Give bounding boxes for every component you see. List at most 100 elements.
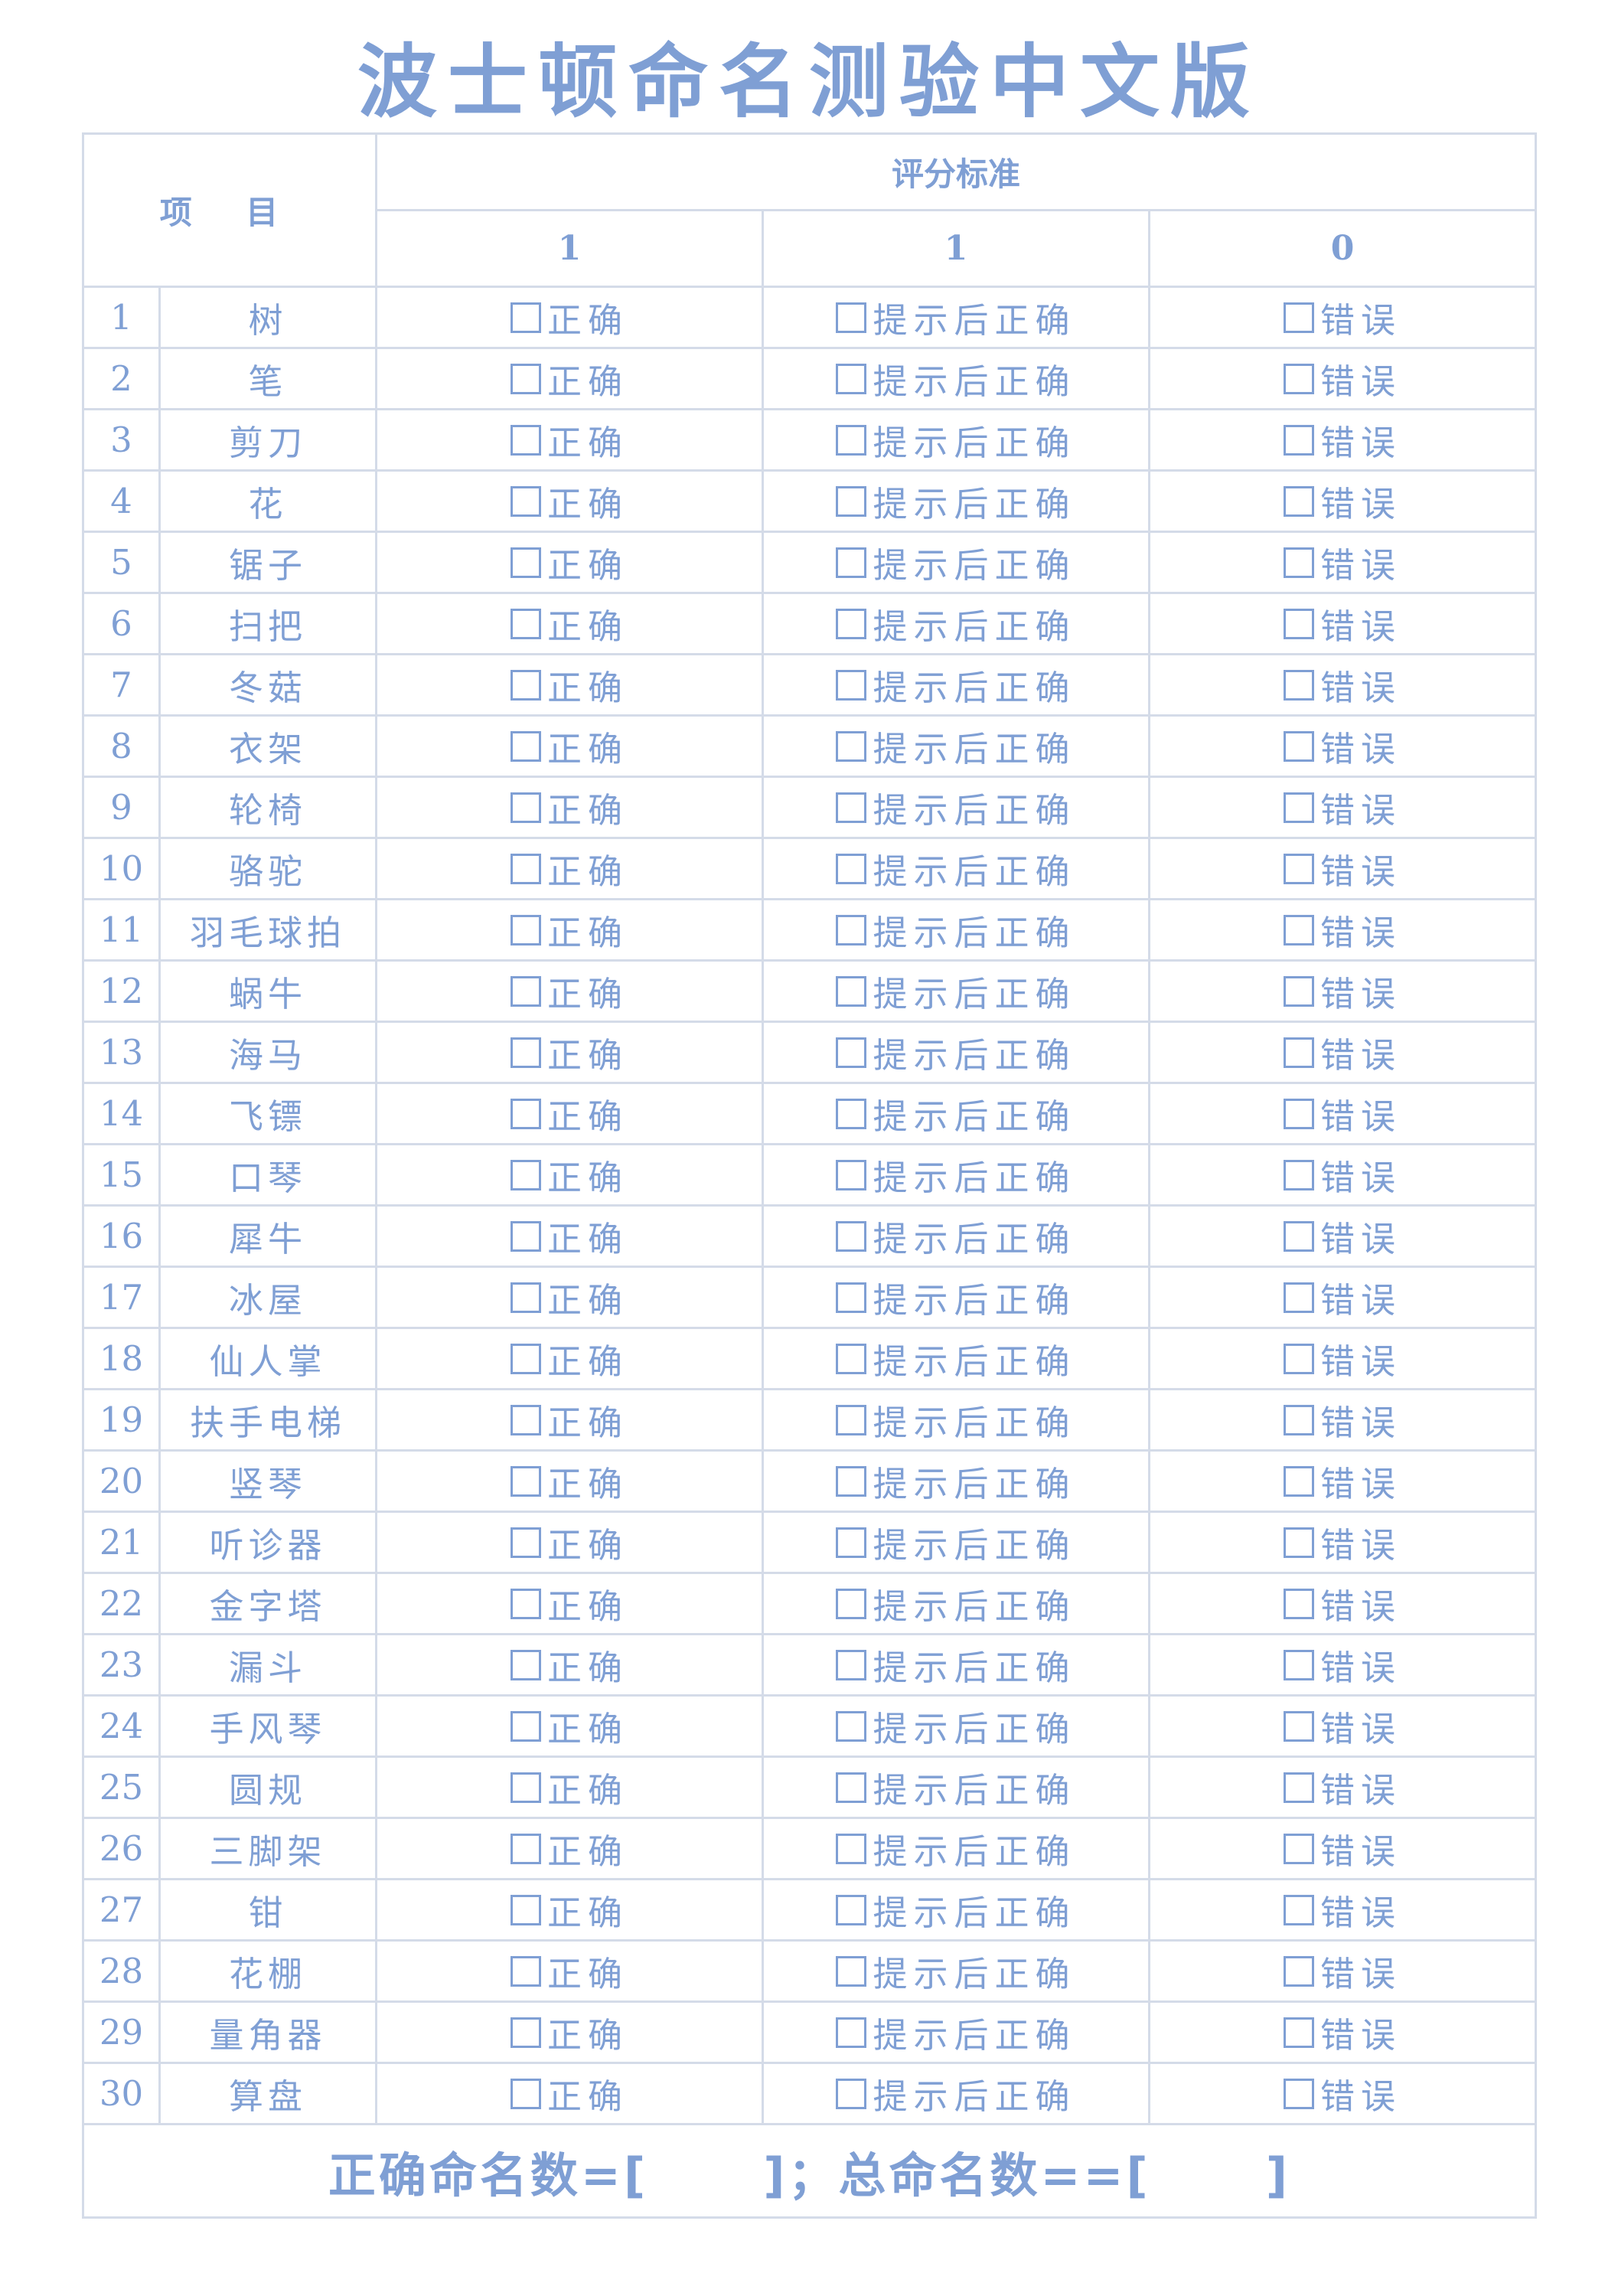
hint-correct-option[interactable]: 提示后正确 — [836, 966, 1075, 1016]
hint-correct-option[interactable]: 提示后正确 — [836, 599, 1075, 648]
correct-option[interactable]: 正确 — [510, 1885, 628, 1935]
wrong-option[interactable]: 错误 — [1284, 476, 1401, 526]
correct-option[interactable]: 正确 — [510, 905, 628, 955]
checkbox[interactable] — [510, 1772, 541, 1803]
checkbox[interactable] — [836, 1220, 867, 1252]
hint-correct-option[interactable]: 提示后正确 — [836, 476, 1075, 526]
checkbox[interactable] — [1284, 1649, 1314, 1680]
correct-option[interactable]: 正确 — [510, 354, 628, 403]
checkbox[interactable] — [836, 1343, 867, 1374]
checkbox[interactable] — [1284, 1465, 1314, 1497]
correct-option[interactable]: 正确 — [510, 292, 628, 342]
wrong-option[interactable]: 错误 — [1284, 2007, 1401, 2057]
checkbox[interactable] — [1284, 730, 1314, 762]
hint-correct-option[interactable]: 提示后正确 — [836, 1579, 1075, 1628]
checkbox[interactable] — [836, 975, 867, 1007]
checkbox[interactable] — [836, 1894, 867, 1925]
checkbox[interactable] — [836, 302, 867, 333]
checkbox[interactable] — [510, 1649, 541, 1680]
checkbox[interactable] — [1284, 853, 1314, 884]
checkbox[interactable] — [510, 485, 541, 517]
correct-option[interactable]: 正确 — [510, 2007, 628, 2057]
wrong-option[interactable]: 错误 — [1284, 599, 1401, 648]
checkbox[interactable] — [836, 1098, 867, 1129]
wrong-option[interactable]: 错误 — [1284, 1946, 1401, 1996]
checkbox[interactable] — [1284, 1159, 1314, 1190]
checkbox[interactable] — [836, 608, 867, 639]
hint-correct-option[interactable]: 提示后正确 — [836, 1701, 1075, 1751]
checkbox[interactable] — [1284, 792, 1314, 823]
checkbox[interactable] — [1284, 1098, 1314, 1129]
checkbox[interactable] — [1284, 608, 1314, 639]
hint-correct-option[interactable]: 提示后正确 — [836, 2007, 1075, 2057]
checkbox[interactable] — [836, 363, 867, 394]
checkbox[interactable] — [1284, 1037, 1314, 1068]
hint-correct-option[interactable]: 提示后正确 — [836, 1150, 1075, 1200]
wrong-option[interactable]: 错误 — [1284, 966, 1401, 1016]
checkbox[interactable] — [836, 1833, 867, 1864]
correct-option[interactable]: 正确 — [510, 1272, 628, 1322]
wrong-option[interactable]: 错误 — [1284, 537, 1401, 587]
checkbox[interactable] — [836, 853, 867, 884]
checkbox[interactable] — [836, 1282, 867, 1313]
hint-correct-option[interactable]: 提示后正确 — [836, 905, 1075, 955]
correct-option[interactable]: 正确 — [510, 1517, 628, 1567]
checkbox[interactable] — [1284, 1588, 1314, 1619]
checkbox[interactable] — [836, 730, 867, 762]
wrong-option[interactable]: 错误 — [1284, 660, 1401, 710]
wrong-option[interactable]: 错误 — [1284, 1517, 1401, 1567]
wrong-option[interactable]: 错误 — [1284, 782, 1401, 832]
hint-correct-option[interactable]: 提示后正确 — [836, 1089, 1075, 1138]
hint-correct-option[interactable]: 提示后正确 — [836, 1211, 1075, 1261]
wrong-option[interactable]: 错误 — [1284, 1027, 1401, 1077]
correct-option[interactable]: 正确 — [510, 1701, 628, 1751]
correct-option[interactable]: 正确 — [510, 537, 628, 587]
hint-correct-option[interactable]: 提示后正确 — [836, 2069, 1075, 2118]
wrong-option[interactable]: 错误 — [1284, 1762, 1401, 1812]
checkbox[interactable] — [510, 1343, 541, 1374]
checkbox[interactable] — [836, 1772, 867, 1803]
checkbox[interactable] — [510, 1588, 541, 1619]
checkbox[interactable] — [510, 1037, 541, 1068]
correct-option[interactable]: 正确 — [510, 1027, 628, 1077]
hint-correct-option[interactable]: 提示后正确 — [836, 292, 1075, 342]
checkbox[interactable] — [510, 1282, 541, 1313]
checkbox[interactable] — [836, 424, 867, 456]
checkbox[interactable] — [510, 792, 541, 823]
hint-correct-option[interactable]: 提示后正确 — [836, 1027, 1075, 1077]
checkbox[interactable] — [836, 1649, 867, 1680]
checkbox[interactable] — [510, 1098, 541, 1129]
checkbox[interactable] — [1284, 2017, 1314, 2048]
correct-option[interactable]: 正确 — [510, 1395, 628, 1445]
checkbox[interactable] — [836, 2078, 867, 2109]
correct-option[interactable]: 正确 — [510, 1089, 628, 1138]
checkbox[interactable] — [1284, 363, 1314, 394]
checkbox[interactable] — [510, 730, 541, 762]
checkbox[interactable] — [510, 1833, 541, 1864]
wrong-option[interactable]: 错误 — [1284, 1885, 1401, 1935]
checkbox[interactable] — [1284, 1710, 1314, 1742]
hint-correct-option[interactable]: 提示后正确 — [836, 844, 1075, 893]
correct-option[interactable]: 正确 — [510, 2069, 628, 2118]
checkbox[interactable] — [1284, 1282, 1314, 1313]
hint-correct-option[interactable]: 提示后正确 — [836, 1395, 1075, 1445]
checkbox[interactable] — [510, 853, 541, 884]
checkbox[interactable] — [510, 547, 541, 578]
correct-option[interactable]: 正确 — [510, 1762, 628, 1812]
checkbox[interactable] — [1284, 1404, 1314, 1435]
hint-correct-option[interactable]: 提示后正确 — [836, 1824, 1075, 1873]
hint-correct-option[interactable]: 提示后正确 — [836, 1456, 1075, 1506]
checkbox[interactable] — [836, 792, 867, 823]
correct-option[interactable]: 正确 — [510, 782, 628, 832]
hint-correct-option[interactable]: 提示后正确 — [836, 721, 1075, 771]
checkbox[interactable] — [510, 1710, 541, 1742]
wrong-option[interactable]: 错误 — [1284, 844, 1401, 893]
correct-option[interactable]: 正确 — [510, 1640, 628, 1690]
hint-correct-option[interactable]: 提示后正确 — [836, 1885, 1075, 1935]
correct-option[interactable]: 正确 — [510, 476, 628, 526]
checkbox[interactable] — [1284, 1343, 1314, 1374]
hint-correct-option[interactable]: 提示后正确 — [836, 782, 1075, 832]
checkbox[interactable] — [836, 1588, 867, 1619]
wrong-option[interactable]: 错误 — [1284, 1334, 1401, 1383]
checkbox[interactable] — [1284, 302, 1314, 333]
